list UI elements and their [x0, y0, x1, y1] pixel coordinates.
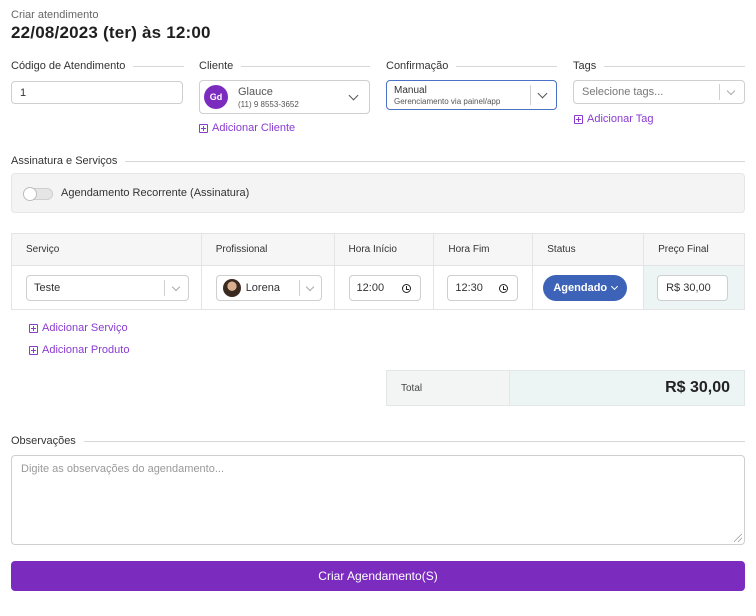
plus-square-icon [574, 114, 583, 124]
codigo-input[interactable]: 1 [11, 81, 183, 104]
service-value: Teste [34, 282, 61, 294]
add-product-link[interactable]: Adicionar Produto [29, 344, 129, 356]
confirmacao-select[interactable]: Manual Gerenciamento via painel/app [386, 80, 557, 110]
plus-square-icon [199, 123, 208, 133]
client-avatar: Gd [204, 85, 228, 109]
table-header-row: Serviço Profissional Hora Início Hora Fi… [11, 233, 745, 266]
confirmacao-value: Manual [394, 84, 427, 96]
toggle-knob [23, 187, 37, 201]
create-appointment-button[interactable]: Criar Agendamento(S) [11, 561, 745, 591]
total-box: Total R$ 30,00 [386, 370, 745, 406]
column-header: Serviço [11, 233, 202, 266]
chevron-down-icon[interactable] [348, 90, 359, 100]
select-separator [164, 280, 165, 296]
tags-placeholder: Selecione tags... [582, 86, 664, 98]
status-dropdown-button[interactable]: Agendado [543, 275, 628, 301]
total-value: R$ 30,00 [510, 370, 745, 406]
end-time-input[interactable]: 12:30 [447, 275, 519, 301]
recurring-panel: Agendamento Recorrente (Assinatura) [11, 173, 745, 213]
add-tag-link[interactable]: Adicionar Tag [574, 113, 653, 125]
column-header: Preço Final [643, 233, 745, 266]
service-select[interactable]: Teste [26, 275, 189, 301]
page-subtitle: Criar atendimento [11, 9, 99, 21]
chevron-down-icon[interactable] [171, 282, 181, 291]
recurring-toggle[interactable] [23, 187, 53, 201]
end-time-value: 12:30 [455, 282, 483, 294]
resize-handle-icon[interactable] [734, 534, 742, 542]
codigo-label: Código de Atendimento [11, 60, 184, 72]
add-client-link[interactable]: Adicionar Cliente [199, 122, 295, 134]
assinatura-section-label: Assinatura e Serviços [11, 155, 745, 167]
confirmacao-label: Confirmação [386, 60, 557, 72]
chevron-down-icon[interactable] [537, 88, 548, 98]
select-separator [719, 84, 720, 100]
services-table: Serviço Profissional Hora Início Hora Fi… [11, 233, 745, 310]
start-time-value: 12:00 [356, 282, 385, 294]
tags-select[interactable]: Selecione tags... [573, 80, 745, 104]
observacoes-textarea[interactable]: Digite as observações do agendamento... [11, 455, 745, 545]
status-value: Agendado [553, 282, 608, 294]
price-input[interactable]: R$ 30,00 [657, 275, 729, 301]
column-header: Profissional [200, 233, 335, 266]
client-phone: (11) 9 8553-3652 [238, 99, 299, 109]
chevron-down-icon [611, 282, 619, 291]
select-separator [298, 280, 300, 296]
total-label: Total [386, 370, 510, 406]
professional-select[interactable]: Lorena [215, 275, 322, 301]
confirmacao-description: Gerenciamento via painel/app [394, 96, 501, 106]
page-title: 22/08/2023 (ter) às 12:00 [11, 23, 211, 42]
add-service-link[interactable]: Adicionar Serviço [29, 322, 128, 334]
recurring-label: Agendamento Recorrente (Assinatura) [61, 187, 250, 199]
professional-avatar [222, 279, 241, 297]
cliente-select[interactable]: Gd Glauce (11) 9 8553-3652 [199, 80, 370, 114]
column-header: Hora Início [333, 233, 435, 266]
chevron-down-icon[interactable] [726, 86, 736, 95]
column-header: Status [532, 233, 645, 266]
observacoes-placeholder: Digite as observações do agendamento... [21, 463, 225, 475]
column-header: Hora Fim [433, 233, 534, 266]
client-name: Glauce [238, 85, 273, 98]
tags-label: Tags [573, 60, 745, 72]
clock-icon[interactable] [401, 283, 411, 293]
clock-icon[interactable] [499, 283, 509, 293]
professional-value: Lorena [245, 282, 280, 294]
cliente-label: Cliente [199, 60, 370, 72]
table-row: Teste Lorena 12:00 12:30 Agendado R$ 30,… [11, 265, 745, 310]
observacoes-label: Observações [11, 435, 745, 447]
select-separator [530, 85, 531, 105]
chevron-down-icon[interactable] [305, 282, 314, 291]
price-value: R$ 30,00 [666, 282, 711, 294]
plus-square-icon [29, 345, 38, 355]
start-time-input[interactable]: 12:00 [348, 275, 421, 301]
plus-square-icon [29, 323, 38, 333]
